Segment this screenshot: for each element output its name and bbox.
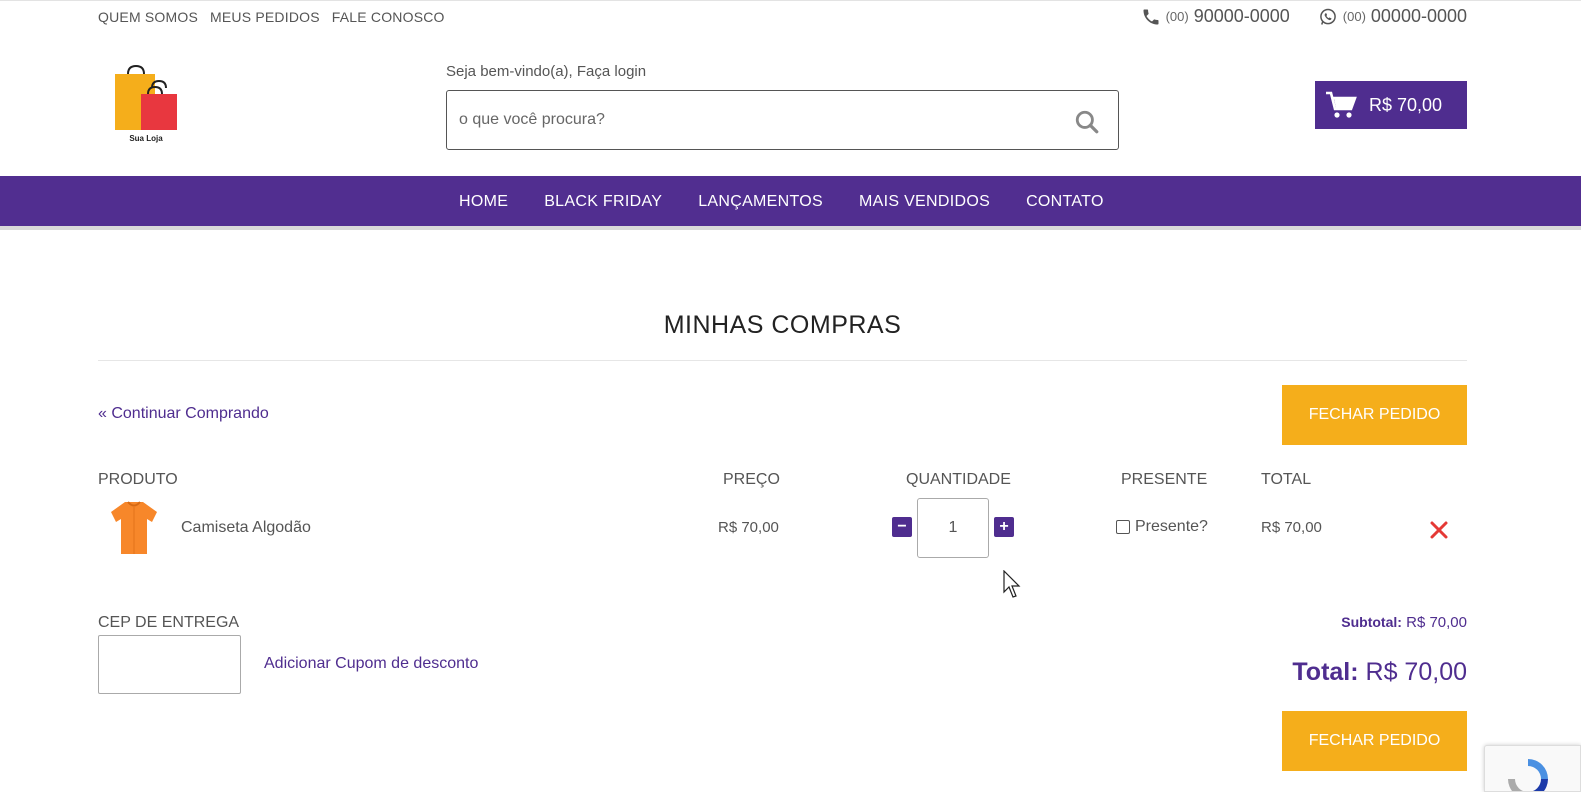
link-quem-somos[interactable]: QUEM SOMOS <box>98 9 198 25</box>
welcome-login[interactable]: Seja bem-vindo(a), Faça login <box>446 63 646 80</box>
col-quantidade: QUANTIDADE <box>906 471 1011 488</box>
mouse-cursor-icon <box>1003 570 1021 598</box>
nav-lancamentos[interactable]: LANÇAMENTOS <box>698 193 823 211</box>
remove-item-icon[interactable] <box>1428 519 1450 541</box>
grand-total: Total: R$ 70,00 <box>1292 658 1467 687</box>
nav-home[interactable]: HOME <box>459 193 508 211</box>
phone-number: 90000-0000 <box>1193 6 1290 26</box>
link-meus-pedidos[interactable]: MEUS PEDIDOS <box>210 9 320 25</box>
gift-label: Presente? <box>1135 518 1208 535</box>
col-preco: PREÇO <box>723 471 780 488</box>
phone-icon <box>1143 9 1159 24</box>
whatsapp-number: 00000-0000 <box>1370 6 1467 26</box>
decrease-quantity-button[interactable]: − <box>892 517 912 537</box>
main-nav: HOME BLACK FRIDAY LANÇAMENTOS MAIS VENDI… <box>0 176 1581 230</box>
search-icon[interactable] <box>1074 109 1100 135</box>
cep-input[interactable] <box>98 635 241 694</box>
nav-contato[interactable]: CONTATO <box>1026 193 1104 211</box>
top-links: QUEM SOMOS MEUS PEDIDOS FALE CONOSCO <box>98 9 445 25</box>
increase-quantity-button[interactable]: + <box>994 517 1014 537</box>
svg-text:Sua Loja: Sua Loja <box>129 134 163 143</box>
continue-shopping-link[interactable]: « Continuar Comprando <box>98 405 269 423</box>
total-value: R$ 70,00 <box>1365 658 1467 686</box>
product-image[interactable] <box>108 499 160 557</box>
product-price: R$ 70,00 <box>718 519 779 536</box>
nav-black-friday[interactable]: BLACK FRIDAY <box>544 193 662 211</box>
subtotal-label: Subtotal: <box>1341 614 1402 630</box>
store-logo[interactable]: Sua Loja <box>112 64 182 146</box>
nav-mais-vendidos[interactable]: MAIS VENDIDOS <box>859 193 990 211</box>
phone-contact[interactable]: (00) 90000-0000 <box>1141 6 1290 27</box>
subtotal-value: R$ 70,00 <box>1406 614 1467 631</box>
quantity-input[interactable] <box>917 498 989 558</box>
recaptcha-icon <box>1508 759 1548 791</box>
top-bar: QUEM SOMOS MEUS PEDIDOS FALE CONOSCO (00… <box>0 0 1581 32</box>
phone-ddd: (00) <box>1165 9 1189 24</box>
whatsapp-contact[interactable]: (00) 00000-0000 <box>1318 6 1467 27</box>
col-presente: PRESENTE <box>1121 471 1208 488</box>
checkout-button-bottom[interactable]: FECHAR PEDIDO <box>1282 711 1467 771</box>
row-total: R$ 70,00 <box>1261 519 1322 536</box>
search-bar <box>446 90 1119 150</box>
col-produto: PRODUTO <box>98 471 178 488</box>
whatsapp-ddd: (00) <box>1342 9 1366 24</box>
divider <box>98 360 1467 361</box>
product-name[interactable]: Camiseta Algodão <box>181 519 311 537</box>
contacts: (00) 90000-0000 (00) 00000-0000 <box>1141 6 1467 27</box>
cep-label: CEP DE ENTREGA <box>98 614 240 631</box>
recaptcha-badge[interactable] <box>1484 745 1581 792</box>
col-total: TOTAL <box>1261 471 1312 488</box>
gift-checkbox[interactable]: Presente? <box>1116 518 1208 536</box>
link-fale-conosco[interactable]: FALE CONOSCO <box>332 9 445 25</box>
total-label: Total: <box>1292 658 1359 686</box>
add-coupon-link[interactable]: Adicionar Cupom de desconto <box>264 655 478 673</box>
checkbox-icon[interactable] <box>1116 520 1130 534</box>
whatsapp-icon <box>1319 8 1336 25</box>
cart-button[interactable]: R$ 70,00 <box>1315 81 1467 129</box>
cart-icon <box>1326 91 1357 118</box>
cart-total: R$ 70,00 <box>1369 94 1443 115</box>
checkout-button-top[interactable]: FECHAR PEDIDO <box>1282 385 1467 445</box>
shopping-bags-logo: Sua Loja <box>115 64 177 143</box>
subtotal: Subtotal: R$ 70,00 <box>1341 614 1467 631</box>
search-input[interactable] <box>447 91 1047 149</box>
page-title: MINHAS COMPRAS <box>663 311 902 339</box>
